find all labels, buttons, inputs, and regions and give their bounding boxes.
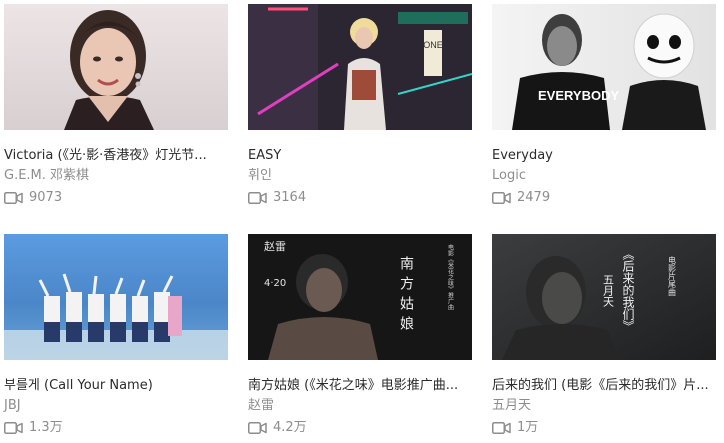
poster-title-text: 《后来的我们》: [621, 248, 635, 332]
video-artist[interactable]: 휘인: [248, 166, 480, 186]
video-card[interactable]: 赵雷 4·20 南方姑娘 电影《米花之味》推广曲 南方姑娘 (《米花之味》电影推…: [248, 234, 480, 438]
video-card[interactable]: 부를게 (Call Your Name) JBJ 1.3万: [4, 234, 236, 438]
video-title[interactable]: 南方姑娘 (《米花之味》电影推广曲...: [248, 376, 476, 396]
view-count: 2479: [492, 188, 724, 208]
poster-side-text: 电影《米花之味》推广曲: [447, 243, 454, 311]
view-count-value: 1.3万: [29, 420, 63, 435]
view-count: 4.2万: [248, 418, 480, 438]
video-card[interactable]: EVERYBODY Everyday Logic 2479: [492, 4, 724, 208]
view-count-value: 1万: [517, 420, 539, 435]
thumbnail-group-at-sea: [4, 234, 228, 360]
video-card[interactable]: 《后来的我们》 电影片尾曲 五月天 后来的我们 (电影《后来的我们》片... 五…: [492, 234, 724, 438]
video-camera-icon: [492, 422, 512, 434]
poster-band-text: 五月天: [602, 274, 615, 308]
poster-title-text: 南方姑娘: [398, 256, 414, 336]
view-count-value: 4.2万: [273, 420, 307, 435]
thumbnail-neon-room: ONE: [248, 4, 472, 130]
video-thumbnail[interactable]: [4, 234, 228, 360]
video-card[interactable]: ONE EASY 휘인 3164: [248, 4, 480, 208]
shirt-text: EVERYBODY: [538, 88, 619, 103]
poster-sub-text: 电影片尾曲: [668, 255, 677, 297]
video-camera-icon: [4, 192, 24, 204]
video-camera-icon: [248, 192, 268, 204]
video-camera-icon: [4, 422, 24, 434]
view-count-value: 3164: [273, 190, 307, 205]
video-thumbnail[interactable]: [4, 4, 228, 130]
video-title[interactable]: 부를게 (Call Your Name): [4, 376, 232, 396]
view-count-value: 9073: [29, 190, 63, 205]
thumbnail-poster-dark: 赵雷 4·20 南方姑娘 电影《米花之味》推广曲: [248, 234, 472, 360]
video-camera-icon: [248, 422, 268, 434]
video-grid: Victoria (《光·影·香港夜》灯光节... G.E.M. 邓紫棋 907…: [0, 0, 724, 443]
video-artist[interactable]: 五月天: [492, 396, 724, 416]
video-thumbnail[interactable]: 《后来的我们》 电影片尾曲 五月天: [492, 234, 716, 360]
thumbnail-woman-portrait: [4, 4, 228, 130]
video-artist[interactable]: 赵雷: [248, 396, 480, 416]
video-title[interactable]: EASY: [248, 146, 476, 166]
video-artist[interactable]: G.E.M. 邓紫棋: [4, 166, 236, 186]
view-count: 3164: [248, 188, 480, 208]
video-thumbnail[interactable]: 赵雷 4·20 南方姑娘 电影《米花之味》推广曲: [248, 234, 472, 360]
view-count: 9073: [4, 188, 236, 208]
video-artist[interactable]: JBJ: [4, 396, 236, 416]
poster-artist-text: 赵雷: [264, 239, 286, 253]
video-thumbnail[interactable]: EVERYBODY: [492, 4, 716, 130]
video-camera-icon: [492, 192, 512, 204]
poster-date-text: 4·20: [264, 278, 286, 289]
view-count: 1.3万: [4, 418, 236, 438]
video-title[interactable]: 后来的我们 (电影《后来的我们》片...: [492, 376, 720, 396]
thumbnail-two-artists: EVERYBODY: [492, 4, 716, 130]
video-artist[interactable]: Logic: [492, 166, 724, 186]
video-card[interactable]: Victoria (《光·影·香港夜》灯光节... G.E.M. 邓紫棋 907…: [4, 4, 236, 208]
video-title[interactable]: Everyday: [492, 146, 720, 166]
view-count: 1万: [492, 418, 724, 438]
thumbnail-poster-film: 《后来的我们》 电影片尾曲 五月天: [492, 234, 716, 360]
video-thumbnail[interactable]: ONE: [248, 4, 472, 130]
view-count-value: 2479: [517, 190, 551, 205]
neon-sign-text: ONE: [423, 40, 443, 50]
video-title[interactable]: Victoria (《光·影·香港夜》灯光节...: [4, 146, 232, 166]
